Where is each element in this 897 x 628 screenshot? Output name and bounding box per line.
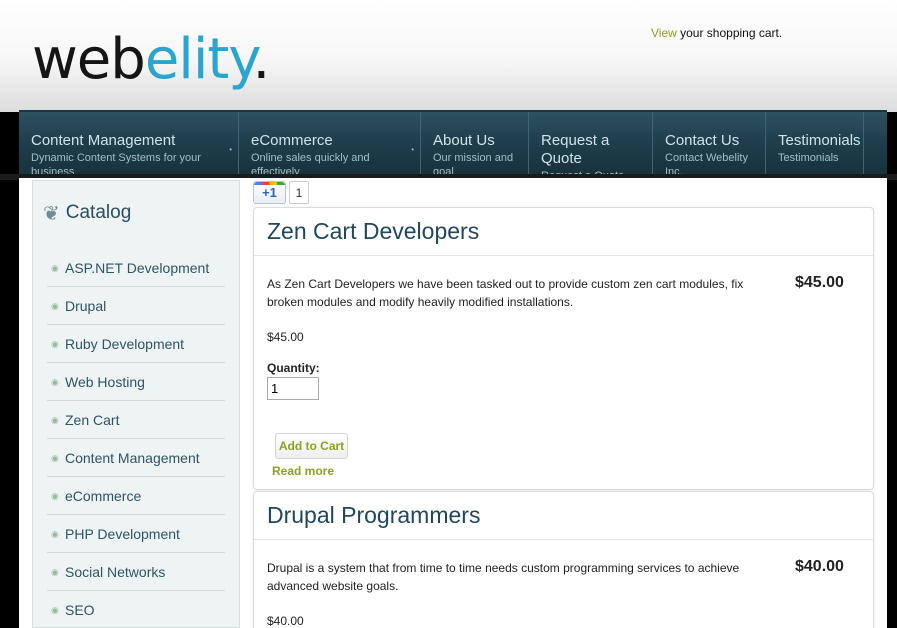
nav-item-about-us[interactable]: About Us Our mission and goal <box>421 112 529 178</box>
view-cart-link[interactable]: View <box>651 26 677 40</box>
catalog-item-ecommerce[interactable]: ◉ eCommerce <box>47 477 225 515</box>
plusone-count: 1 <box>289 181 309 204</box>
catalog-icon: ❦ <box>43 202 60 225</box>
product-description: As Zen Cart Developers we have been task… <box>267 277 744 309</box>
catalog-item-label: Content Management <box>65 450 200 466</box>
catalog-item-content-management[interactable]: ◉ Content Management <box>47 439 225 477</box>
bullet-icon: ◉ <box>51 415 59 425</box>
bullet-icon: ◉ <box>51 605 59 615</box>
product-card: Zen Cart Developers As Zen Cart Develope… <box>253 207 874 490</box>
plusone-button[interactable]: +1 <box>253 181 286 204</box>
catalog-item-label: Web Hosting <box>65 374 145 390</box>
catalog-item-label: Social Networks <box>65 564 166 580</box>
catalog-item-aspnet[interactable]: ◉ ASP.NET Development <box>47 249 225 287</box>
nav-title: Contact Us <box>665 132 740 149</box>
product-card: Drupal Programmers Drupal is a system th… <box>253 491 874 628</box>
catalog-item-label: Zen Cart <box>65 412 120 428</box>
site-header: webelity. View your shopping cart. <box>0 0 897 112</box>
nav-title: eCommerce <box>251 132 333 149</box>
catalog-item-web-hosting[interactable]: ◉ Web Hosting <box>47 363 225 401</box>
quantity-input[interactable] <box>267 377 319 400</box>
catalog-title: Catalog <box>65 202 132 223</box>
google-plusone: +1 1 <box>253 181 309 204</box>
catalog-item-label: Drupal <box>65 298 107 314</box>
product-title[interactable]: Drupal Programmers <box>254 492 873 540</box>
catalog-item-drupal[interactable]: ◉ Drupal <box>47 287 225 325</box>
logo-text-web: web <box>32 27 146 92</box>
product-price-small: $45.00 <box>267 330 304 344</box>
catalog-item-social-networks[interactable]: ◉ Social Networks <box>47 553 225 591</box>
bullet-icon: ◉ <box>51 377 59 387</box>
quantity-label: Quantity: <box>267 361 320 375</box>
logo-text-elity: elity <box>144 27 254 92</box>
catalog-item-label: ASP.NET Development <box>65 260 210 276</box>
nav-item-content-management[interactable]: Content Management Dynamic Content Syste… <box>19 112 239 178</box>
nav-item-contact-us[interactable]: Contact Us Contact Webelity Inc. <box>653 112 766 178</box>
nav-item-testimonials[interactable]: Testimonials Testimonials <box>766 112 864 174</box>
catalog-item-zen-cart[interactable]: ◉ Zen Cart <box>47 401 225 439</box>
product-title[interactable]: Zen Cart Developers <box>254 208 873 256</box>
nav-title: Content Management <box>31 132 176 149</box>
bullet-icon: ◉ <box>51 453 59 463</box>
catalog-item-label: SEO <box>65 602 95 618</box>
product-price: $40.00 <box>795 558 844 575</box>
catalog-item-label: Ruby Development <box>65 336 185 352</box>
catalog-list: ◉ ASP.NET Development ◉ Drupal ◉ Ruby Devel… <box>33 249 239 628</box>
logo-text-dot: . <box>252 27 271 92</box>
bullet-icon: ◉ <box>51 529 59 539</box>
add-to-cart-button[interactable]: Add to Cart <box>275 433 348 459</box>
bullet-icon: ◉ <box>51 263 59 273</box>
site-logo[interactable]: webelity. <box>32 27 271 92</box>
catalog-sidebar: ❦ Catalog ◉ ASP.NET Development ◉ Drupal ◉… <box>32 180 240 628</box>
catalog-item-ruby[interactable]: ◉ Ruby Development <box>47 325 225 363</box>
bullet-icon: ◉ <box>51 339 59 349</box>
nav-title: Testimonials <box>778 132 861 149</box>
product-description: Drupal is a system that from time to tim… <box>267 561 740 593</box>
nav-subtitle: Testimonials <box>778 152 839 164</box>
cart-link-text: your shopping cart. <box>676 26 783 40</box>
catalog-item-label: PHP Development <box>65 526 180 542</box>
product-price-small: $40.00 <box>267 614 304 628</box>
nav-item-ecommerce[interactable]: eCommerce Online sales quickly and effec… <box>239 112 421 178</box>
catalog-item-label: eCommerce <box>65 488 142 504</box>
bullet-icon: ◉ <box>51 567 59 577</box>
dropdown-dot-icon: • <box>411 145 414 154</box>
main-navigation: Content Management Dynamic Content Syste… <box>19 110 887 182</box>
catalog-item-php[interactable]: ◉ PHP Development <box>47 515 225 553</box>
bullet-icon: ◉ <box>51 301 59 311</box>
nav-item-request-quote[interactable]: Request a Quote Request a Quote <box>529 112 653 182</box>
read-more-link[interactable]: Read more <box>272 464 334 478</box>
catalog-header: ❦ Catalog <box>33 181 239 231</box>
shopping-cart-link: View your shopping cart. <box>651 26 782 40</box>
bullet-icon: ◉ <box>51 491 59 501</box>
nav-title: Request a Quote <box>541 132 610 167</box>
dropdown-dot-icon: • <box>229 145 232 154</box>
product-price: $45.00 <box>795 274 844 291</box>
catalog-item-seo[interactable]: ◉ SEO <box>47 591 225 628</box>
nav-title: About Us <box>433 132 495 149</box>
